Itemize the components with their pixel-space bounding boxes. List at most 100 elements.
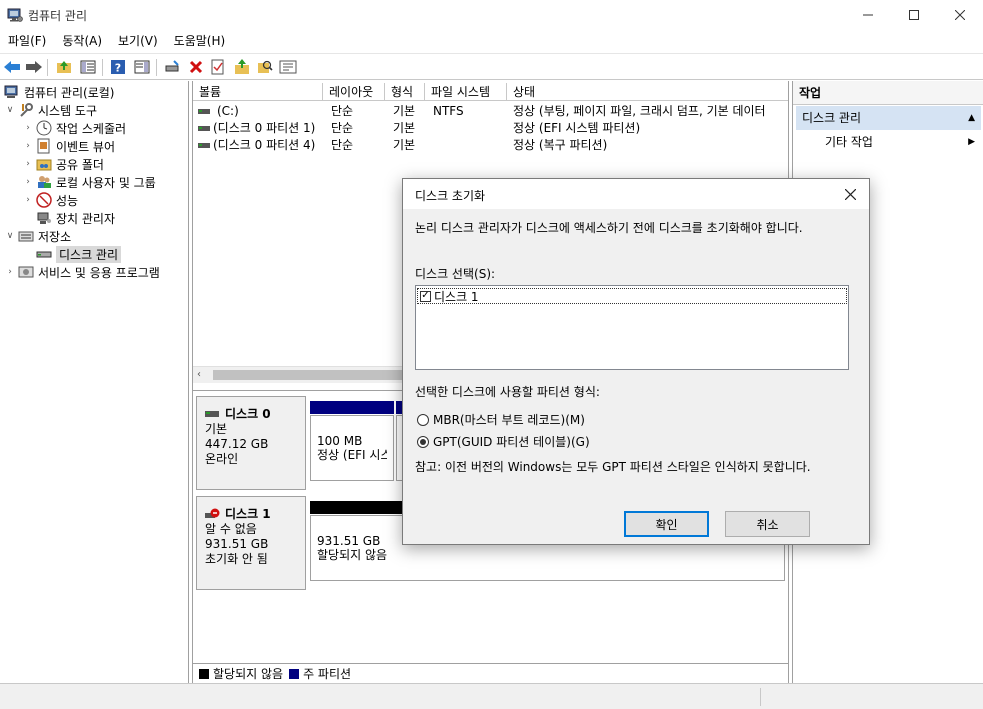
tree-item-storage[interactable]: ∨ 저장소 — [4, 227, 71, 245]
actions-section-disk-management[interactable]: 디스크 관리 ▲ — [796, 106, 981, 130]
tree-item-task-scheduler[interactable]: › 작업 스케줄러 — [22, 119, 126, 137]
mbr-radio[interactable] — [417, 413, 429, 426]
table-row[interactable]: (디스크 0 파티션 4) 단순 기본 정상 (복구 파티션) — [193, 137, 788, 154]
help-icon: ? — [111, 60, 125, 75]
disk-select-list[interactable]: ✓ 디스크 1 — [415, 285, 849, 370]
menu-help[interactable]: 도움말(H) — [166, 30, 234, 52]
legend-swatch-primary — [289, 668, 300, 679]
legend: 할당되지 않음 주 파티션 — [193, 663, 788, 683]
submenu-arrow-icon: ▶ — [968, 137, 975, 147]
table-row[interactable]: (디스크 0 파티션 1) 단순 기본 정상 (EFI 시스템 파티션) — [193, 120, 788, 137]
import-folder-icon — [235, 59, 249, 74]
svg-text:?: ? — [115, 62, 121, 75]
chevron-right-icon[interactable]: › — [22, 177, 34, 187]
back-button[interactable] — [2, 57, 22, 77]
chevron-right-icon[interactable]: › — [22, 123, 34, 133]
back-arrow-icon — [4, 61, 20, 73]
tree-item-services[interactable]: › 서비스 및 응용 프로그램 — [4, 263, 160, 281]
cell-layout: 단순 — [331, 104, 354, 118]
search-button[interactable] — [255, 57, 275, 77]
tree-item-local-users[interactable]: › 로컬 사용자 및 그룹 — [22, 173, 156, 191]
disk-type: 알 수 없음 — [205, 522, 257, 536]
tree-item-shared-folders[interactable]: › 공유 폴더 — [22, 155, 104, 173]
import-button[interactable] — [232, 57, 252, 77]
disk-name: 디스크 0 — [225, 407, 271, 421]
disk-item-label: 디스크 1 — [434, 289, 479, 304]
legend-unallocated: 할당되지 않음 — [213, 667, 284, 681]
properties-button[interactable] — [278, 57, 298, 77]
chevron-right-icon[interactable]: › — [22, 141, 34, 151]
table-row[interactable]: (C:) 단순 기본 NTFS 정상 (부팅, 페이지 파일, 크래시 덤프, … — [193, 103, 788, 120]
partition-size: 100 MB — [317, 434, 363, 448]
checklist-icon — [211, 59, 224, 75]
chevron-right-icon[interactable]: › — [22, 159, 34, 169]
forward-button[interactable] — [24, 57, 44, 77]
disk-name: 디스크 1 — [225, 507, 271, 521]
maximize-button[interactable] — [891, 0, 937, 30]
maximize-icon — [909, 10, 919, 20]
ok-button[interactable]: 확인 — [624, 511, 709, 537]
chevron-right-icon[interactable]: › — [22, 195, 34, 205]
mbr-radio-option[interactable]: MBR(마스터 부트 레코드)(M) — [417, 411, 585, 428]
cell-status: 정상 (EFI 시스템 파티션) — [513, 121, 641, 135]
disk-0-label[interactable]: 디스크 0 기본 447.12 GB 온라인 — [196, 396, 306, 490]
partition-efi[interactable]: 100 MB 정상 (EFI 시스 — [310, 415, 394, 481]
toolbar-separator — [156, 59, 157, 76]
minimize-button[interactable] — [845, 0, 891, 30]
column-header-status[interactable]: 상태 — [507, 83, 788, 101]
partition-style-label: 선택한 디스크에 사용할 파티션 형식: — [415, 385, 600, 399]
gpt-radio-option[interactable]: GPT(GUID 파티션 테이블)(G) — [417, 433, 590, 450]
chevron-down-icon[interactable]: ∨ — [4, 231, 16, 241]
menu-bar: 파일(F) 동작(A) 보기(V) 도움말(H) — [0, 30, 983, 52]
cell-filesystem: NTFS — [433, 104, 464, 118]
close-icon — [955, 10, 965, 20]
connect-drive-button[interactable] — [162, 57, 182, 77]
column-header-volume[interactable]: 볼륨 — [193, 83, 323, 101]
tree-item-device-manager[interactable]: 장치 관리자 — [34, 209, 115, 227]
cell-volume: (C:) — [217, 104, 239, 118]
close-window-button[interactable] — [937, 0, 983, 30]
check-button[interactable] — [208, 57, 228, 77]
services-icon — [18, 266, 34, 278]
disk-icon — [205, 410, 219, 417]
column-header-filesystem[interactable]: 파일 시스템 — [425, 83, 507, 101]
tree-item-event-viewer[interactable]: › 이벤트 뷰어 — [22, 137, 115, 155]
list-item-disk-1[interactable]: ✓ 디스크 1 — [417, 288, 847, 304]
gpt-radio[interactable] — [417, 435, 429, 448]
drive-connect-icon — [165, 60, 179, 72]
select-disk-label: 디스크 선택(S): — [415, 267, 496, 281]
close-icon — [844, 188, 856, 200]
actions-more[interactable]: 기타 작업 ▶ — [796, 131, 981, 153]
scrollbar-thumb[interactable] — [213, 370, 403, 380]
chevron-down-icon[interactable]: ∨ — [4, 105, 16, 115]
show-hide-action-pane-button[interactable] — [132, 57, 152, 77]
chevron-right-icon[interactable]: › — [4, 267, 16, 277]
disk-1-checkbox[interactable]: ✓ — [420, 290, 431, 302]
storage-icon — [18, 231, 34, 242]
menu-view[interactable]: 보기(V) — [110, 30, 166, 52]
menu-file[interactable]: 파일(F) — [0, 30, 54, 52]
tree-item-performance[interactable]: › 성능 — [22, 191, 78, 209]
tree-item-root[interactable]: 컴퓨터 관리(로컬) — [2, 83, 114, 101]
partition-bar-primary — [310, 401, 394, 414]
column-header-type[interactable]: 형식 — [385, 83, 425, 101]
column-header-layout[interactable]: 레이아웃 — [323, 83, 385, 101]
disk-1-label[interactable]: 디스크 1 알 수 없음 931.51 GB 초기화 안 됨 — [196, 496, 306, 590]
show-hide-tree-button[interactable] — [78, 57, 98, 77]
help-button[interactable]: ? — [108, 57, 128, 77]
dialog-close-button[interactable] — [837, 181, 863, 207]
legend-primary: 주 파티션 — [303, 667, 352, 681]
menu-action[interactable]: 동작(A) — [54, 30, 110, 52]
tree-item-disk-management[interactable]: 디스크 관리 — [34, 245, 122, 263]
toolbar-separator — [47, 59, 48, 76]
tree-item-system-tools[interactable]: ∨ 시스템 도구 — [4, 101, 97, 119]
up-folder-button[interactable] — [54, 57, 74, 77]
folder-up-icon — [57, 61, 71, 73]
toolbar-separator — [102, 59, 103, 76]
cancel-button[interactable]: 취소 — [725, 511, 810, 537]
scroll-left-icon[interactable]: ‹ — [197, 369, 201, 380]
delete-button[interactable] — [186, 57, 206, 77]
status-bar — [0, 683, 983, 709]
collapse-up-icon[interactable]: ▲ — [968, 106, 975, 130]
users-icon — [38, 176, 51, 188]
